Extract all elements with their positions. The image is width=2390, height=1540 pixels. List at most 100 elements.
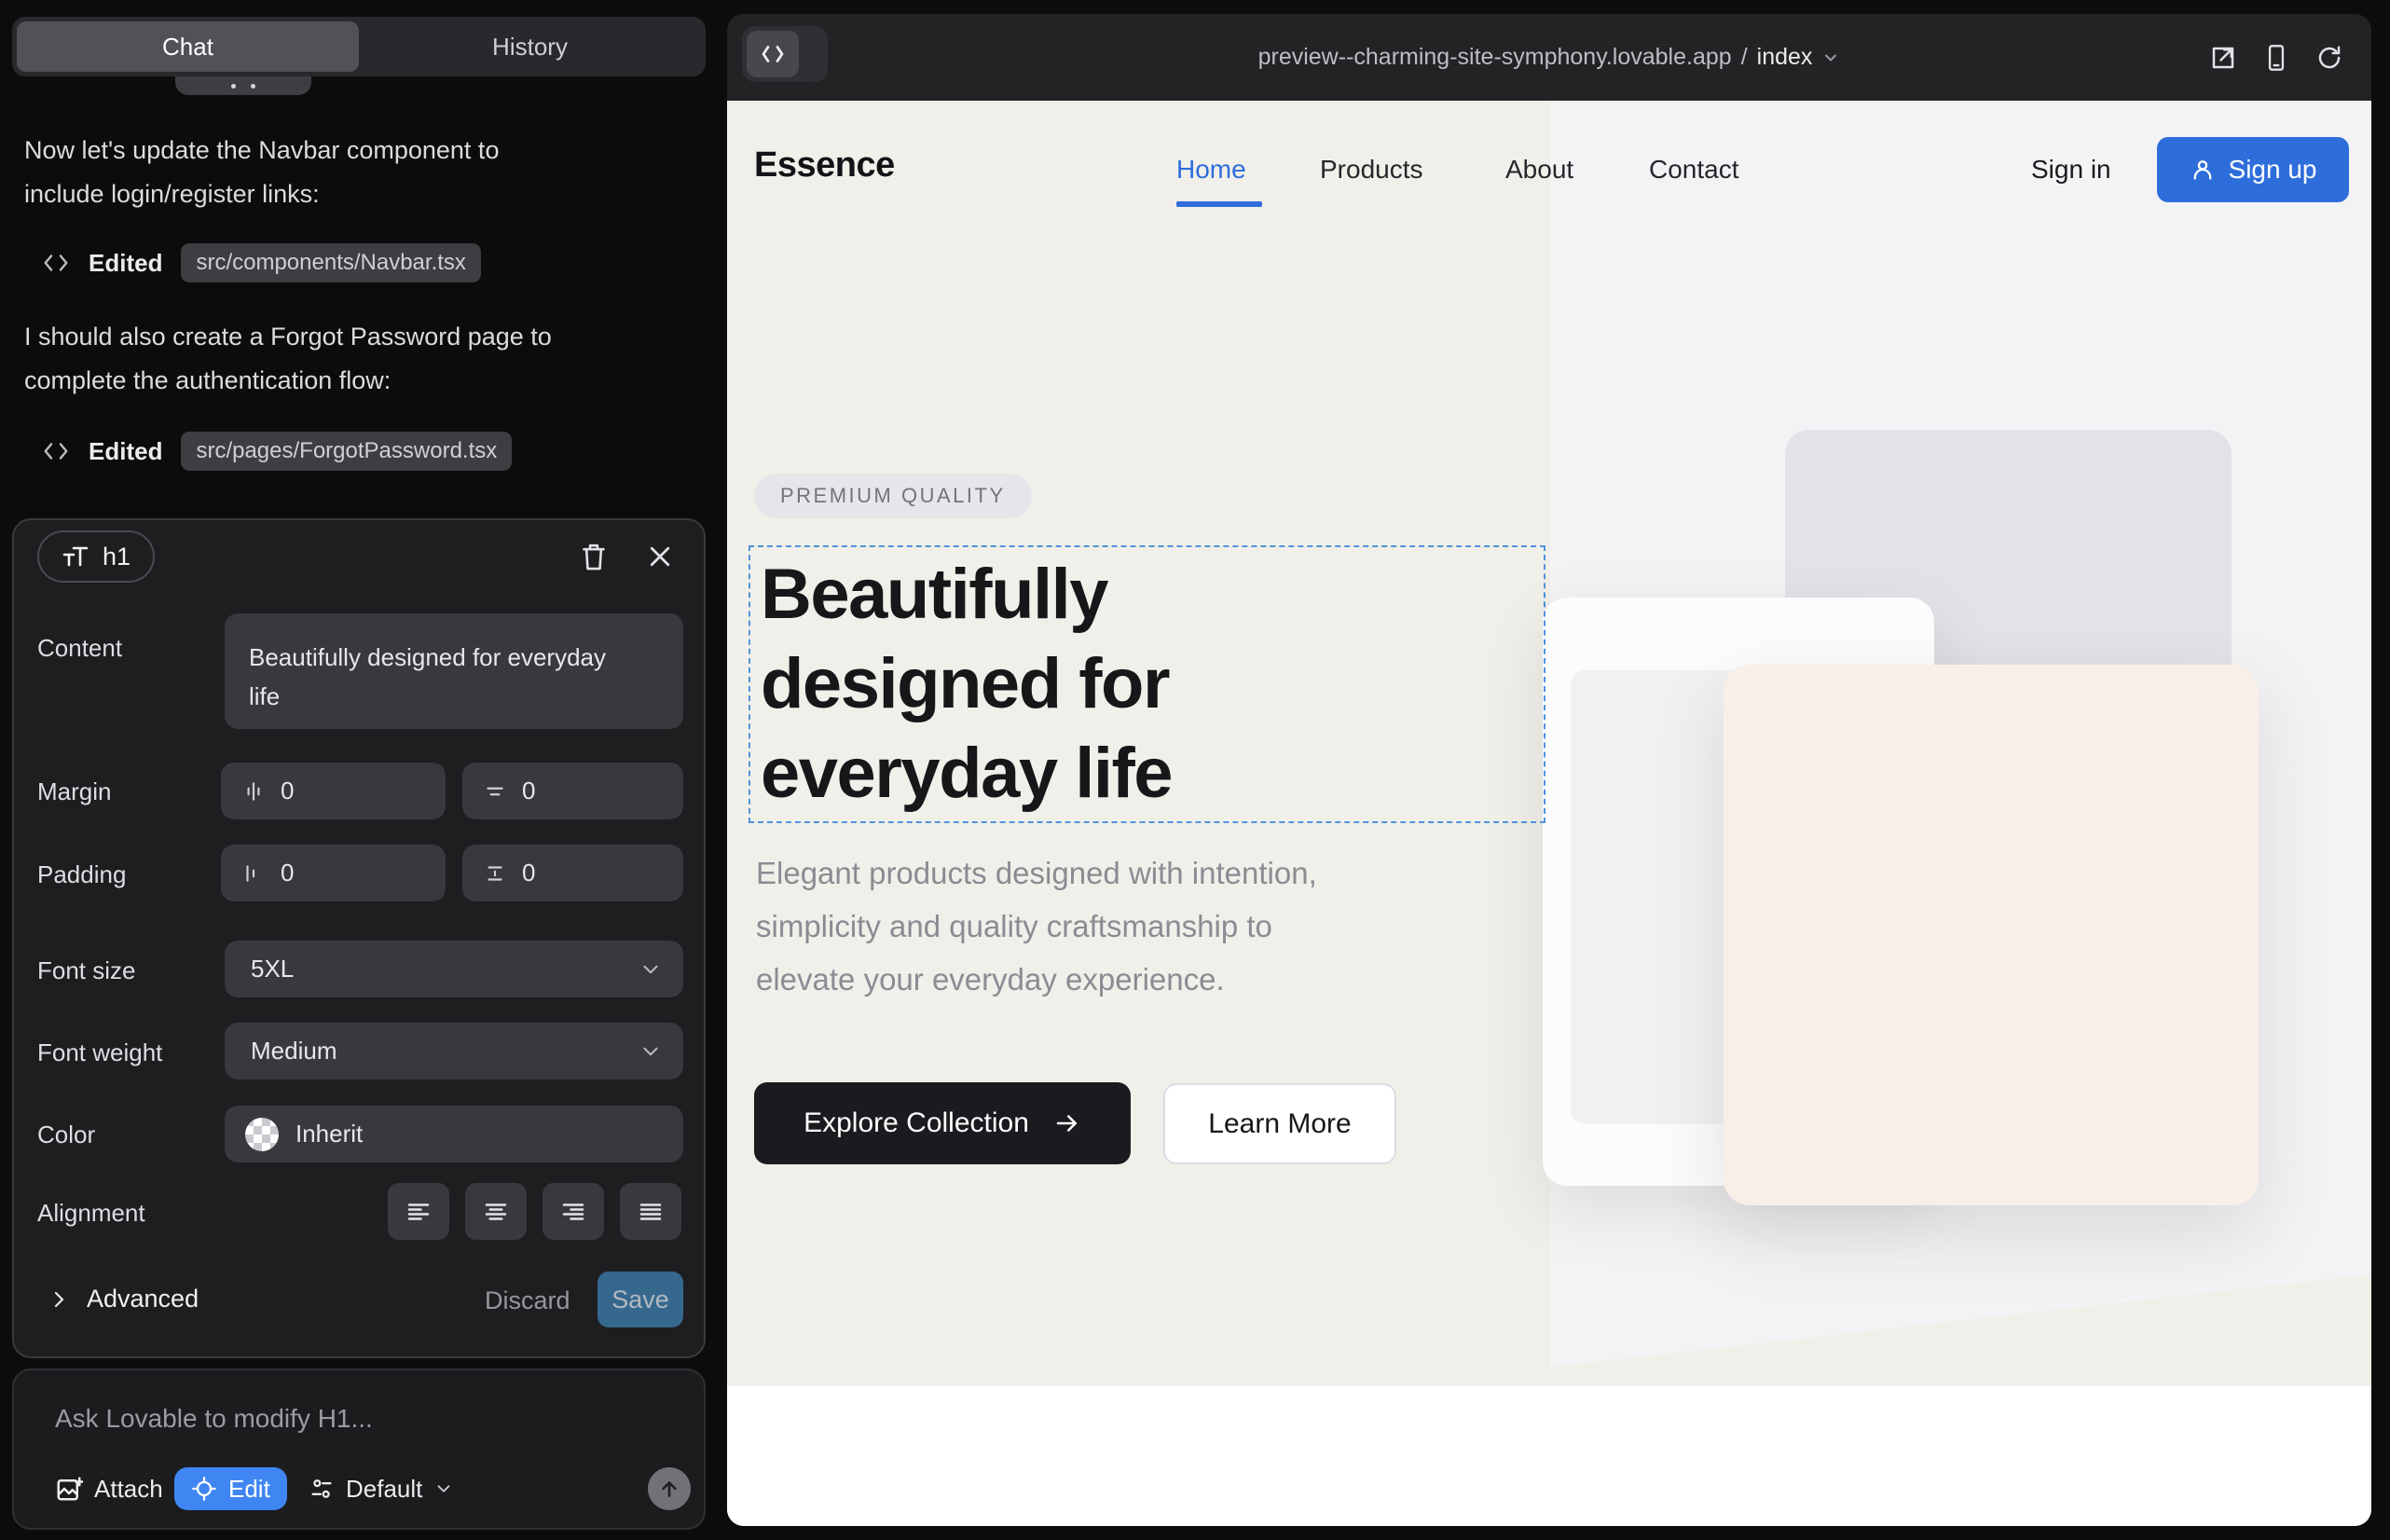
premium-quality-badge: PREMIUM QUALITY (754, 474, 1032, 518)
content-input[interactable]: Beautifully designed for everyday life (225, 613, 683, 729)
hero-paragraph: Elegant products designed with intention… (756, 846, 1317, 1006)
tab-chat[interactable]: Chat (17, 21, 359, 72)
mobile-view-button[interactable] (2263, 44, 2289, 72)
color-select[interactable]: Inherit (225, 1106, 683, 1162)
close-editor-button[interactable] (646, 543, 674, 571)
font-size-select[interactable]: 5XL (225, 941, 683, 997)
image-plus-icon (55, 1475, 83, 1503)
refresh-button[interactable] (2315, 44, 2343, 72)
content-input-value: Beautifully designed for everyday life (249, 638, 640, 716)
attach-label: Attach (94, 1475, 163, 1504)
explore-collection-button[interactable]: Explore Collection (754, 1082, 1131, 1164)
selected-element-tag-label: h1 (103, 543, 130, 571)
file-chip[interactable]: src/pages/ForgotPassword.tsx (181, 432, 512, 471)
nav-link-products[interactable]: Products (1320, 155, 1423, 185)
advanced-toggle[interactable]: Advanced (48, 1285, 199, 1313)
nav-link-about[interactable]: About (1505, 155, 1573, 185)
chevron-down-icon (639, 957, 663, 982)
preview-browser-window: preview--charming-site-symphony.lovable.… (727, 14, 2371, 1526)
align-left-button[interactable] (388, 1183, 449, 1240)
color-label: Color (37, 1121, 95, 1149)
explore-collection-label: Explore Collection (804, 1107, 1029, 1139)
margin-x-value: 0 (281, 777, 294, 805)
advanced-label: Advanced (87, 1285, 199, 1313)
tab-chat-label: Chat (162, 33, 213, 62)
tab-history[interactable]: History (359, 21, 701, 72)
delete-element-button[interactable] (579, 541, 609, 572)
chat-message-line: I should also create a Forgot Password p… (24, 315, 552, 359)
margin-y-input[interactable]: 0 (462, 763, 683, 819)
edited-label: Edited (89, 437, 162, 466)
margin-x-input[interactable]: 0 (221, 763, 446, 819)
alignment-label: Alignment (37, 1199, 145, 1228)
code-icon (42, 251, 70, 275)
tab-history-label: History (492, 33, 568, 62)
padding-label: Padding (37, 860, 126, 889)
margin-vertical-icon (483, 779, 507, 804)
sign-up-button[interactable]: Sign up (2157, 137, 2349, 202)
scrolled-chip-peek (175, 76, 311, 95)
hero-heading-line: Beautifully (761, 550, 1172, 639)
hero-heading[interactable]: Beautifully designed for everyday life (761, 550, 1172, 818)
browser-chrome-bar: preview--charming-site-symphony.lovable.… (727, 14, 2371, 101)
user-icon (2190, 157, 2216, 183)
padding-x-value: 0 (281, 859, 294, 887)
edited-file-row: Edited src/pages/ForgotPassword.tsx (42, 433, 512, 470)
hero-paragraph-line: elevate your everyday experience. (756, 953, 1317, 1006)
site-logo[interactable]: Essence (754, 145, 895, 186)
selected-element-tag[interactable]: h1 (37, 530, 155, 583)
chat-composer: Attach Edit Default (12, 1368, 706, 1530)
nav-link-contact[interactable]: Contact (1649, 155, 1739, 185)
url-separator: / (1741, 44, 1748, 71)
font-weight-label: Font weight (37, 1038, 162, 1067)
content-label: Content (37, 634, 122, 663)
send-button[interactable] (648, 1467, 691, 1510)
chevron-down-icon (1821, 48, 1840, 67)
align-right-button[interactable] (543, 1183, 604, 1240)
learn-more-button[interactable]: Learn More (1163, 1083, 1396, 1164)
hero-paragraph-line: Elegant products designed with intention… (756, 846, 1317, 900)
url-domain: preview--charming-site-symphony.lovable.… (1258, 44, 1732, 71)
open-external-button[interactable] (2209, 44, 2237, 72)
arrow-right-icon (1053, 1109, 1081, 1137)
model-default-dropdown[interactable]: Default (309, 1467, 454, 1510)
chevron-down-icon (639, 1039, 663, 1064)
chat-message-line: include login/register links: (24, 172, 499, 216)
padding-horizontal-icon (241, 861, 266, 886)
align-center-button[interactable] (465, 1183, 527, 1240)
app-window: Chat History Now let's update the Navbar… (0, 0, 2390, 1540)
sign-up-label: Sign up (2229, 155, 2317, 185)
chat-message: Now let's update the Navbar component to… (24, 129, 499, 216)
padding-y-input[interactable]: 0 (462, 845, 683, 901)
url-bar[interactable]: preview--charming-site-symphony.lovable.… (727, 14, 2371, 101)
attach-button[interactable]: Attach (55, 1467, 163, 1510)
padding-x-input[interactable]: 0 (221, 845, 446, 901)
font-size-value: 5XL (251, 955, 294, 983)
color-value: Inherit (295, 1120, 363, 1148)
chat-history-tabbar: Chat History (12, 17, 706, 76)
color-swatch (245, 1118, 279, 1151)
save-label: Save (611, 1286, 669, 1314)
nav-active-underline (1176, 201, 1262, 207)
target-icon (191, 1476, 217, 1502)
chat-message-line: complete the authentication flow: (24, 359, 552, 403)
hero-card-beige (1724, 665, 2259, 1205)
sign-in-link[interactable]: Sign in (2031, 155, 2111, 185)
composer-input[interactable] (55, 1404, 652, 1434)
font-weight-select[interactable]: Medium (225, 1023, 683, 1079)
margin-horizontal-icon (241, 779, 266, 804)
align-justify-button[interactable] (620, 1183, 681, 1240)
save-button[interactable]: Save (598, 1272, 683, 1327)
edit-mode-label: Edit (228, 1475, 270, 1504)
arrow-up-icon (657, 1477, 681, 1501)
discard-button[interactable]: Discard (485, 1286, 570, 1315)
chat-message: I should also create a Forgot Password p… (24, 315, 552, 403)
edited-label: Edited (89, 249, 162, 278)
edit-mode-button[interactable]: Edit (174, 1467, 287, 1510)
nav-link-home[interactable]: Home (1176, 155, 1246, 185)
chevron-down-icon (433, 1478, 454, 1499)
file-chip[interactable]: src/components/Navbar.tsx (181, 243, 480, 282)
hero-heading-line: everyday life (761, 729, 1172, 818)
margin-label: Margin (37, 777, 111, 806)
padding-vertical-icon (483, 861, 507, 886)
